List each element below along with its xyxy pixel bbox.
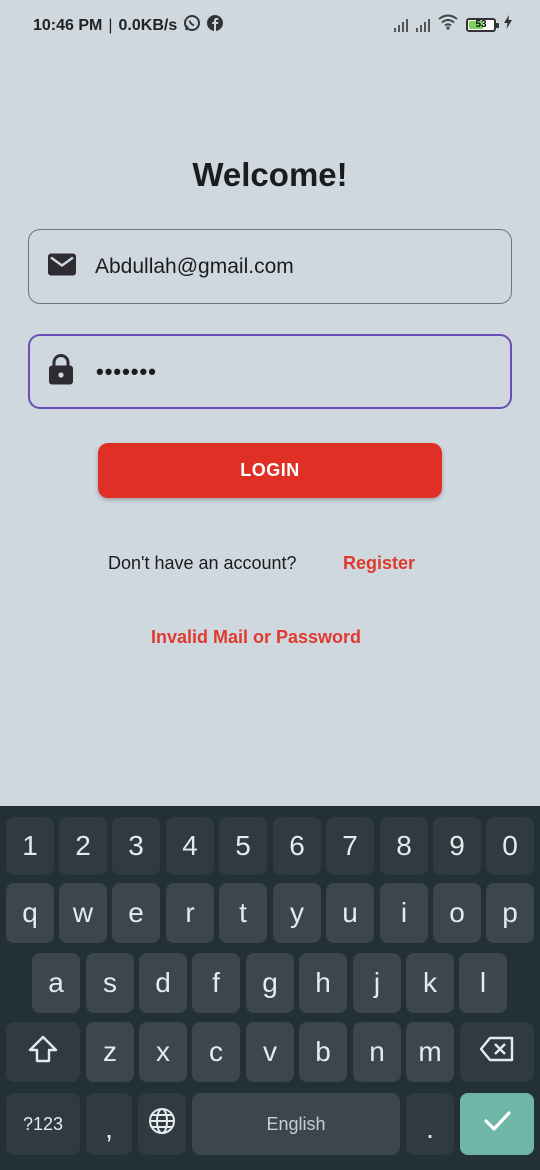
comma-key[interactable]: , [86, 1093, 132, 1155]
status-left: 10:46 PM | 0.0KB/s [33, 14, 224, 37]
key-y[interactable]: y [273, 883, 321, 943]
key-w[interactable]: w [59, 883, 107, 943]
key-4[interactable]: 4 [166, 817, 214, 875]
battery-level: 53 [475, 18, 487, 30]
key-o[interactable]: o [433, 883, 481, 943]
key-j[interactable]: j [353, 953, 401, 1013]
status-right: 53 [394, 14, 512, 35]
status-net-speed: 0.0KB/s [118, 16, 178, 34]
key-k[interactable]: k [406, 953, 454, 1013]
key-6[interactable]: 6 [273, 817, 321, 875]
key-t[interactable]: t [219, 883, 267, 943]
key-q[interactable]: q [6, 883, 54, 943]
key-s[interactable]: s [86, 953, 134, 1013]
register-link[interactable]: Register [343, 553, 415, 574]
key-v[interactable]: v [246, 1022, 294, 1082]
key-g[interactable]: g [246, 953, 294, 1013]
mail-icon [47, 252, 77, 281]
key-b[interactable]: b [299, 1022, 347, 1082]
status-bar: 10:46 PM | 0.0KB/s 53 [0, 0, 540, 50]
check-icon [482, 1108, 512, 1140]
key-a[interactable]: a [32, 953, 80, 1013]
no-account-text: Don't have an account? [108, 553, 297, 573]
key-d[interactable]: d [139, 953, 187, 1013]
period-key[interactable]: . [406, 1093, 454, 1155]
key-z[interactable]: z [86, 1022, 134, 1082]
globe-key[interactable] [138, 1093, 186, 1155]
space-key-label: English [266, 1113, 326, 1134]
key-5[interactable]: 5 [219, 817, 267, 875]
shift-key[interactable] [6, 1022, 80, 1082]
backspace-key[interactable] [460, 1022, 534, 1082]
signal-icon [416, 18, 430, 32]
wifi-icon [438, 14, 458, 35]
key-u[interactable]: u [326, 883, 374, 943]
key-n[interactable]: n [353, 1022, 401, 1082]
keyboard: 1 2 3 4 5 6 7 8 9 0 q w e r t y u i o p … [0, 806, 540, 1170]
password-field[interactable]: ••••••• [28, 334, 512, 409]
charging-icon [504, 15, 512, 34]
symbols-key-label: ?123 [22, 1113, 64, 1134]
signal-icon [394, 18, 408, 32]
key-x[interactable]: x [139, 1022, 187, 1082]
key-r[interactable]: r [166, 883, 214, 943]
shift-icon [28, 1035, 58, 1070]
key-p[interactable]: p [486, 883, 534, 943]
password-value[interactable]: ••••••• [96, 359, 157, 385]
key-0[interactable]: 0 [486, 817, 534, 875]
error-message: Invalid Mail or Password [150, 627, 362, 647]
status-time: 10:46 PM [33, 16, 103, 34]
key-1[interactable]: 1 [6, 817, 54, 875]
battery-icon: 53 [466, 17, 499, 32]
key-2[interactable]: 2 [59, 817, 107, 875]
key-3[interactable]: 3 [112, 817, 160, 875]
page-title: Welcome! [192, 156, 348, 193]
lock-icon [48, 353, 74, 390]
enter-key[interactable] [460, 1093, 534, 1155]
whatsapp-icon [183, 14, 201, 37]
backspace-icon [479, 1036, 515, 1069]
symbols-key[interactable]: ?123 [6, 1093, 80, 1155]
account-row: Don't have an account? Register [0, 553, 540, 577]
email-field[interactable]: Abdullah@gmail.com [28, 229, 512, 304]
key-l[interactable]: l [459, 953, 507, 1013]
login-button[interactable]: LOGIN [98, 443, 442, 498]
space-key[interactable]: English [192, 1093, 400, 1155]
status-separator: | [108, 16, 113, 34]
key-h[interactable]: h [299, 953, 347, 1013]
key-e[interactable]: e [112, 883, 160, 943]
email-value[interactable]: Abdullah@gmail.com [95, 255, 294, 279]
key-9[interactable]: 9 [433, 817, 481, 875]
key-c[interactable]: c [192, 1022, 240, 1082]
key-m[interactable]: m [406, 1022, 454, 1082]
key-7[interactable]: 7 [326, 817, 374, 875]
key-8[interactable]: 8 [380, 817, 428, 875]
key-f[interactable]: f [192, 953, 240, 1013]
facebook-icon [207, 15, 224, 36]
key-i[interactable]: i [380, 883, 428, 943]
globe-icon [148, 1107, 176, 1142]
